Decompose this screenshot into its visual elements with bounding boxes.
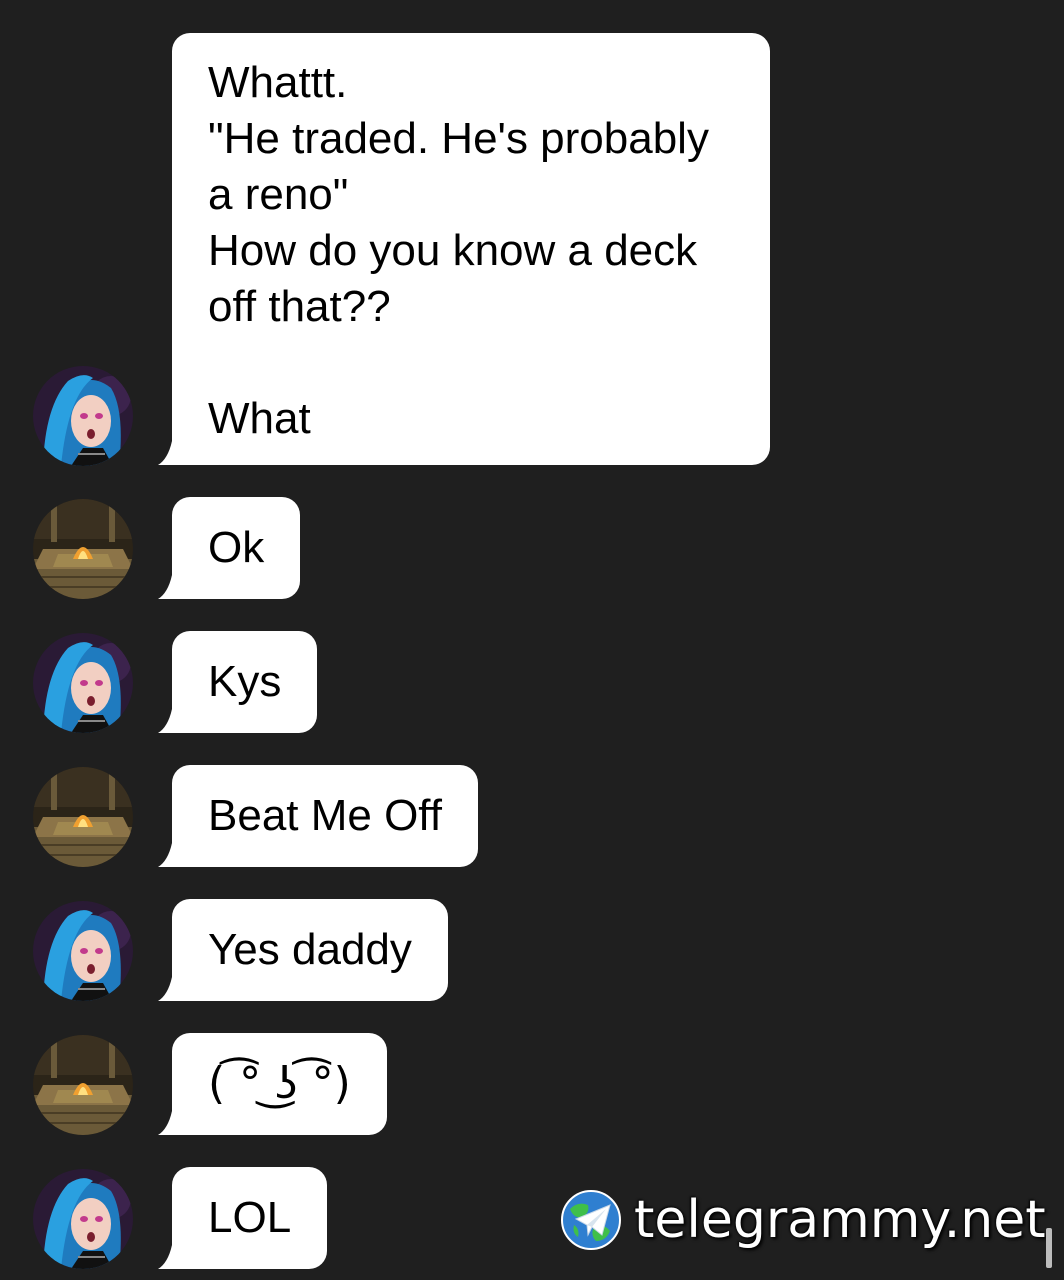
tavern-avatar-icon: [33, 499, 133, 599]
avatar-tavern[interactable]: [33, 1035, 133, 1135]
bubble-tail: [158, 1245, 178, 1269]
message-bubble[interactable]: Beat Me Off: [172, 765, 478, 867]
scrollbar[interactable]: [1046, 1228, 1052, 1268]
bubble-tail: [158, 709, 178, 733]
bubble-tail: [158, 441, 178, 465]
avatar-jinx[interactable]: [33, 901, 133, 1001]
telegram-globe-icon: [561, 1190, 621, 1250]
message-bubble[interactable]: Kys: [172, 631, 318, 733]
avatar-tavern[interactable]: [33, 499, 133, 599]
message-bubble[interactable]: Whattt. "He traded. He's probably a reno…: [172, 33, 770, 465]
jinx-avatar-icon: [33, 1169, 133, 1269]
avatar-jinx[interactable]: [33, 366, 133, 466]
avatar-tavern[interactable]: [33, 767, 133, 867]
watermark-text: telegrammy.net: [634, 1190, 1046, 1250]
message-bubble[interactable]: Yes daddy: [172, 899, 448, 1001]
tavern-avatar-icon: [33, 1035, 133, 1135]
avatar-jinx[interactable]: [33, 1169, 133, 1269]
avatar-jinx[interactable]: [33, 633, 133, 733]
jinx-avatar-icon: [33, 633, 133, 733]
bubble-tail: [158, 843, 178, 867]
bubble-tail: [158, 575, 178, 599]
watermark: telegrammy.net: [560, 1188, 1046, 1252]
message-bubble[interactable]: ( ͡° ͜ʖ ͡°): [172, 1033, 387, 1135]
tavern-avatar-icon: [33, 767, 133, 867]
jinx-avatar-icon: [33, 901, 133, 1001]
bubble-tail: [158, 977, 178, 1001]
jinx-avatar-icon: [33, 366, 133, 466]
bubble-tail: [158, 1111, 178, 1135]
message-bubble[interactable]: LOL: [172, 1167, 328, 1269]
message-bubble[interactable]: Ok: [172, 497, 301, 599]
